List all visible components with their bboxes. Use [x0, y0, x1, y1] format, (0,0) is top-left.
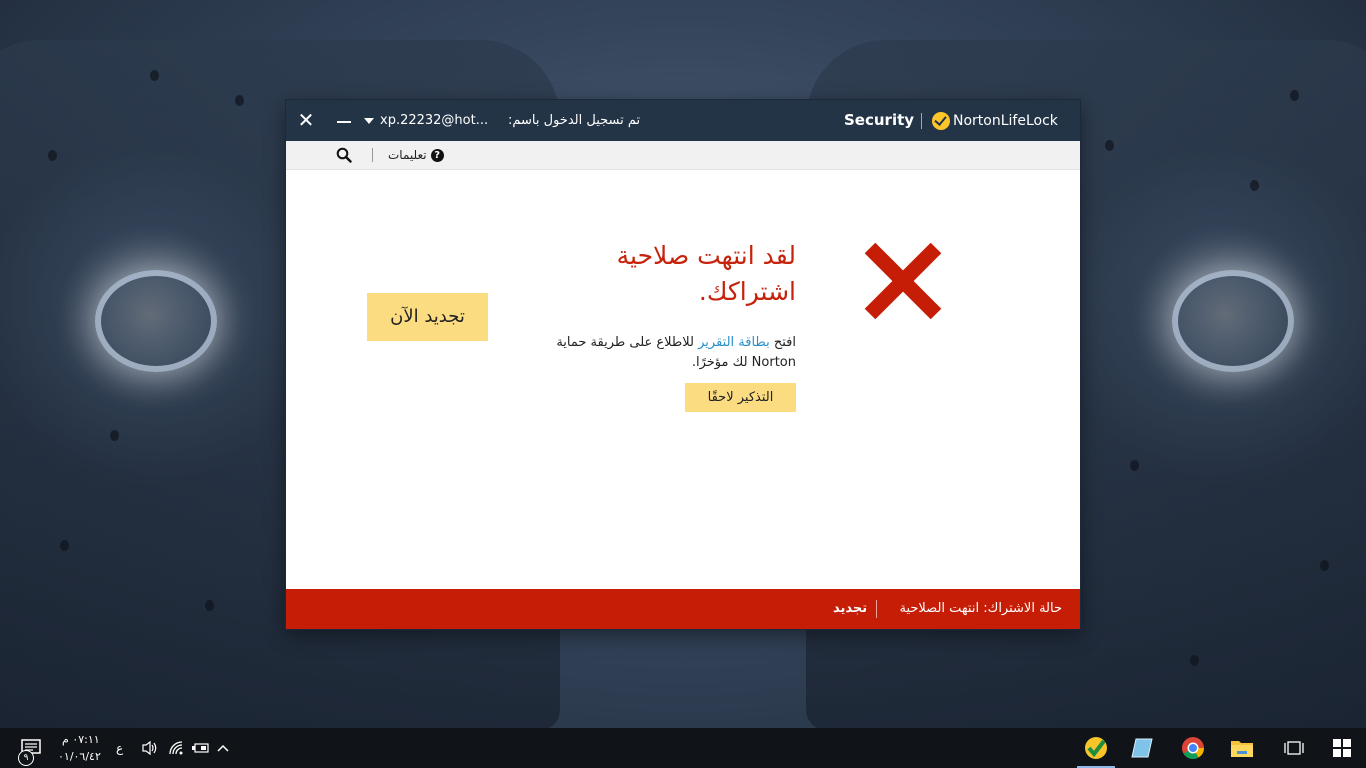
clock-date[interactable]: ٠١/٠٦/٤٢: [58, 750, 101, 763]
clock-time[interactable]: ٠٧:١١ م: [62, 733, 100, 746]
desc-text-start: افتح: [769, 335, 796, 350]
start-icon: [1333, 739, 1351, 757]
status-value: انتهت الصلاحية: [899, 601, 980, 616]
search-icon: [336, 147, 352, 163]
raindrop: [235, 95, 244, 106]
volume-icon[interactable]: [141, 740, 159, 756]
task-view-icon: [1284, 741, 1304, 755]
start-button[interactable]: [1320, 728, 1364, 768]
status-divider: [876, 600, 877, 618]
taskbar-task-view[interactable]: [1272, 728, 1316, 768]
raindrop: [60, 540, 69, 551]
raindrop: [1105, 140, 1114, 151]
account-dropdown[interactable]: xp.22232@hot...: [364, 100, 488, 141]
help-label: تعليمات: [388, 148, 427, 162]
action-center-button[interactable]: ٩: [12, 728, 48, 768]
subscription-status: حالة الاشتراك: انتهت الصلاحية: [900, 589, 1063, 629]
raindrop: [1190, 655, 1199, 666]
show-hidden-icons-icon[interactable]: [216, 743, 230, 753]
toolbar-divider: [372, 148, 373, 162]
norton-icon: [1085, 737, 1107, 759]
brand-divider: [921, 113, 922, 129]
raindrop: [110, 430, 119, 441]
battery-icon[interactable]: [191, 741, 209, 755]
expired-headline: لقد انتهت صلاحية اشتراكك.: [616, 241, 796, 306]
report-card-description: افتح بطاقة التقرير للاطلاع على طريقة حما…: [524, 333, 796, 373]
account-email: xp.22232@hot...: [380, 113, 489, 128]
chevron-down-icon: [364, 117, 374, 124]
brand-name: NortonLifeLock: [953, 113, 1058, 129]
wallpaper-headlight: [95, 270, 217, 372]
renew-link[interactable]: تجديد: [833, 589, 867, 629]
subscription-status-bar: تجديد حالة الاشتراك: انتهت الصلاحية: [286, 589, 1080, 629]
help-icon: ?: [430, 149, 444, 162]
file-explorer-icon: [1231, 741, 1253, 757]
taskbar-chrome[interactable]: [1171, 728, 1215, 768]
status-label: حالة الاشتراك:: [983, 601, 1062, 616]
title-bar: ✕ xp.22232@hot... تم تسجيل الدخول باسم: …: [286, 100, 1080, 141]
minimize-button[interactable]: [326, 100, 362, 141]
raindrop: [1290, 90, 1299, 101]
notification-count-badge: ٩: [18, 750, 34, 766]
wallpaper-headlight: [1172, 270, 1294, 372]
close-button[interactable]: ✕: [288, 100, 324, 141]
error-x-icon: [864, 242, 942, 320]
raindrop: [1130, 460, 1139, 471]
remind-later-button[interactable]: التذكير لاحقًا: [685, 383, 796, 412]
wifi-icon[interactable]: [168, 740, 184, 756]
toolbar: تعليمات?: [286, 141, 1080, 170]
norton-window: ✕ xp.22232@hot... تم تسجيل الدخول باسم: …: [286, 100, 1080, 629]
minimize-icon: [337, 120, 351, 123]
search-button[interactable]: [336, 147, 352, 163]
raindrop: [48, 150, 57, 161]
taskbar: ٩ ٠٧:١١ م ٠١/٠٦/٤٢ ع: [0, 728, 1366, 768]
signed-in-label: تم تسجيل الدخول باسم:: [508, 113, 641, 128]
taskbar-file-explorer[interactable]: [1220, 728, 1264, 768]
taskbar-notepad[interactable]: [1121, 728, 1165, 768]
renew-now-button[interactable]: تجديد الآن: [367, 293, 488, 341]
norton-checkmark-icon: [932, 112, 950, 130]
close-icon: ✕: [297, 108, 315, 132]
notepad-icon: [1131, 738, 1153, 758]
raindrop: [205, 600, 214, 611]
report-card-link[interactable]: بطاقة التقرير: [698, 335, 770, 350]
help-button[interactable]: تعليمات?: [388, 141, 444, 169]
raindrop: [1250, 180, 1259, 191]
nortonlifelock-logo: NortonLifeLock: [932, 110, 1058, 132]
input-language[interactable]: ع: [116, 741, 123, 755]
raindrop: [1320, 560, 1329, 571]
taskbar-norton[interactable]: [1074, 728, 1118, 768]
raindrop: [150, 70, 159, 81]
chrome-icon: [1182, 737, 1204, 759]
product-name: Security: [844, 111, 915, 129]
